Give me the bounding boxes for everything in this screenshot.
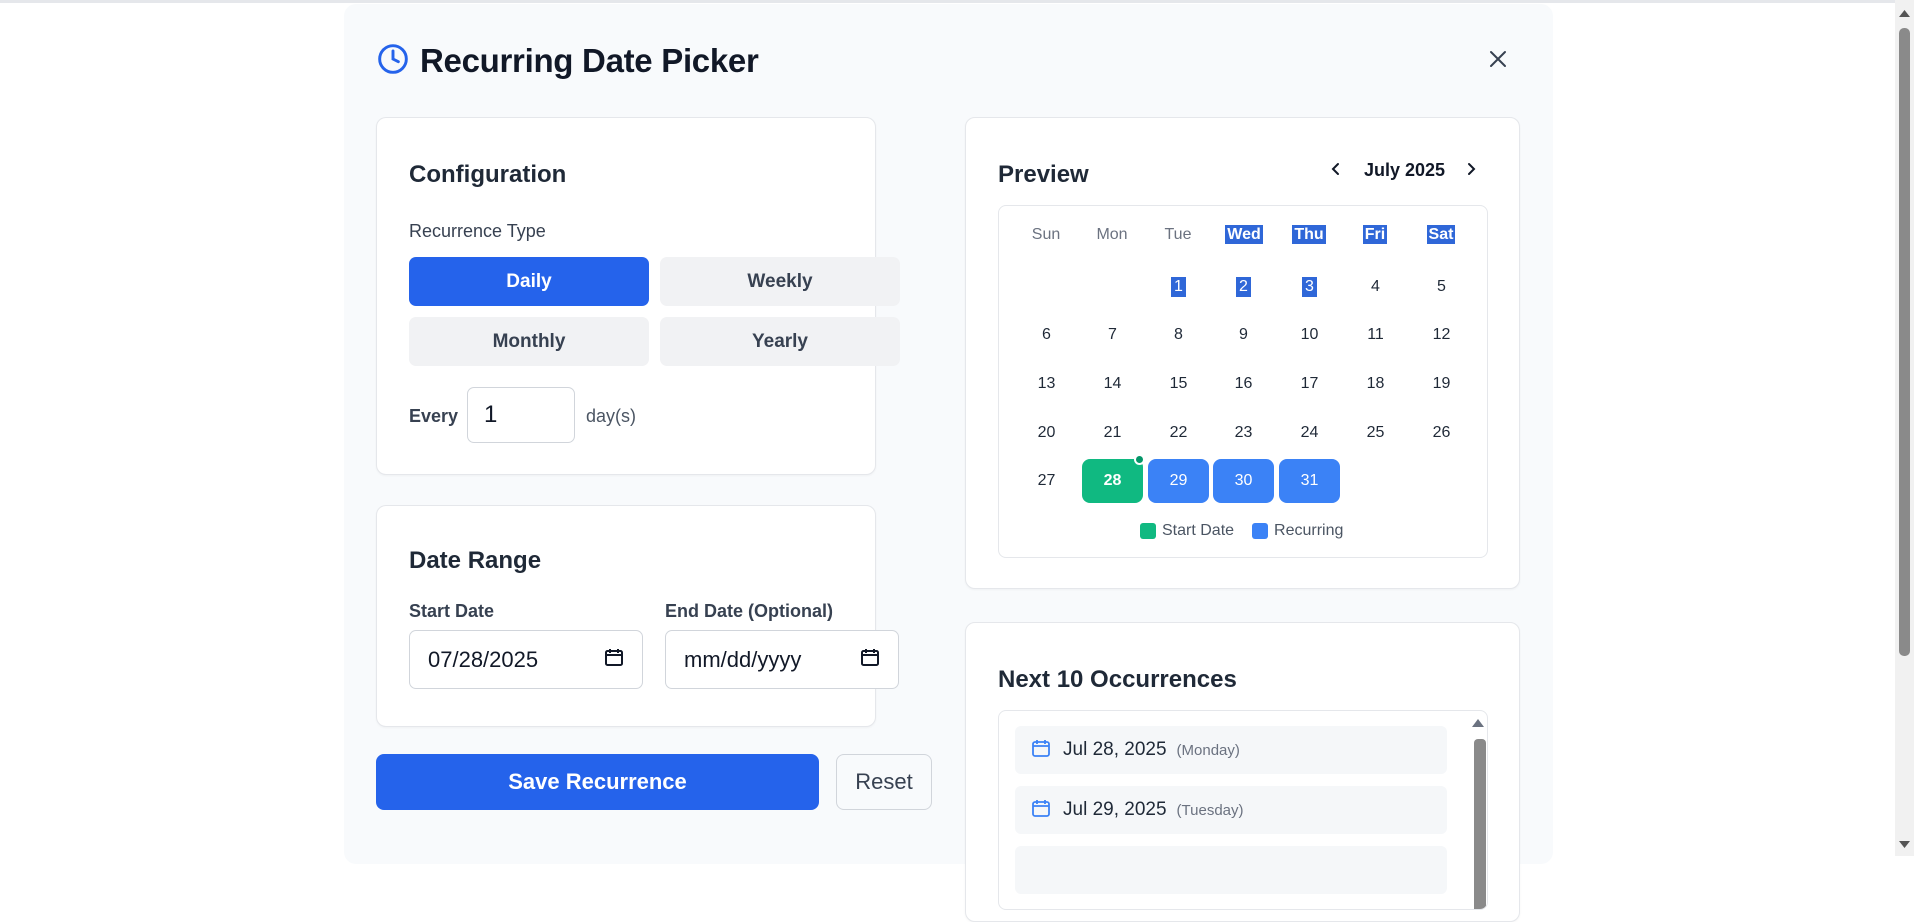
occurrences-card: Next 10 Occurrences Jul 28, 2025 (Monday… xyxy=(965,622,1520,922)
start-date-label: Start Date xyxy=(409,601,495,621)
occurrences-title: Next 10 Occurrences xyxy=(998,666,1237,693)
preview-title: Preview xyxy=(998,161,1089,188)
page-scrollbar[interactable] xyxy=(1895,0,1914,856)
weekday-thu: Thu xyxy=(1292,225,1326,244)
calendar-day[interactable]: 13 xyxy=(1016,362,1077,406)
interval-input[interactable] xyxy=(467,387,575,443)
list-item xyxy=(1015,846,1447,894)
calendar-day[interactable]: 7 xyxy=(1082,313,1143,357)
top-border xyxy=(0,0,1895,3)
calendar-day-recurring[interactable]: 31 xyxy=(1279,459,1340,503)
modal-title: Recurring Date Picker xyxy=(420,42,759,79)
weekday-fri: Fri xyxy=(1362,225,1388,244)
end-date-placeholder: mm/dd/yyyy xyxy=(684,646,802,672)
reset-button[interactable]: Reset xyxy=(836,754,932,810)
legend-start-label: Start Date xyxy=(1162,522,1235,539)
list-scrollbar[interactable] xyxy=(1467,711,1487,909)
weekday-sun: Sun xyxy=(1031,226,1061,243)
calendar-day[interactable]: 10 xyxy=(1279,313,1340,357)
recurrence-daily-button[interactable]: Daily xyxy=(409,257,649,306)
calendar-day[interactable]: 2 xyxy=(1213,265,1274,309)
close-button[interactable] xyxy=(1483,46,1513,76)
calendar-day[interactable]: 24 xyxy=(1279,411,1340,455)
interval-unit-label: day(s) xyxy=(586,406,637,426)
weekday-wed: Wed xyxy=(1225,225,1263,244)
configuration-card: Configuration Recurrence Type Daily Week… xyxy=(376,117,900,475)
save-recurrence-button[interactable]: Save Recurrence xyxy=(376,754,819,810)
calendar-legend: Start Date Recurring xyxy=(1140,522,1343,540)
calendar-day[interactable]: 26 xyxy=(1411,411,1472,455)
calendar-day[interactable]: 23 xyxy=(1213,411,1274,455)
month-label: July 2025 xyxy=(1364,160,1446,180)
list-item: Jul 29, 2025 (Tuesday) xyxy=(1015,786,1447,834)
calendar-day[interactable]: 20 xyxy=(1016,411,1077,455)
calendar-day[interactable]: 25 xyxy=(1345,411,1406,455)
list-item: Jul 28, 2025 (Monday) xyxy=(1015,726,1447,774)
modal-header: Recurring Date Picker xyxy=(377,42,759,80)
weekday-tue: Tue xyxy=(1164,226,1192,243)
date-range-card: Date Range Start Date End Date (Optional… xyxy=(376,505,899,727)
calendar-icon xyxy=(1031,798,1051,823)
calendar-icon[interactable] xyxy=(860,647,880,673)
calendar-day[interactable]: 8 xyxy=(1148,313,1209,357)
calendar-day[interactable]: 27 xyxy=(1016,459,1077,503)
calendar-day[interactable]: 22 xyxy=(1148,411,1209,455)
calendar-day[interactable]: 21 xyxy=(1082,411,1143,455)
end-date-label: End Date (Optional) xyxy=(665,601,833,621)
calendar-day[interactable]: 3 xyxy=(1279,265,1340,309)
recurrence-yearly-button[interactable]: Yearly xyxy=(660,317,900,366)
occurrence-date: Jul 29, 2025 xyxy=(1063,799,1167,820)
recurrence-monthly-button[interactable]: Monthly xyxy=(409,317,649,366)
recurrence-type-label: Recurrence Type xyxy=(409,221,546,241)
occurrences-list[interactable]: Jul 28, 2025 (Monday) Jul 29, 2025 (Tues… xyxy=(998,710,1488,910)
end-date-input[interactable]: mm/dd/yyyy xyxy=(665,630,899,689)
calendar-day[interactable]: 17 xyxy=(1279,362,1340,406)
date-range-title: Date Range xyxy=(409,547,542,574)
calendar-day[interactable]: 18 xyxy=(1345,362,1406,406)
preview-card: Preview July 2025 Sun Mon Tue Wed Thu Fr… xyxy=(965,117,1520,589)
calendar-day[interactable]: 15 xyxy=(1148,362,1209,406)
recurrence-weekly-button[interactable]: Weekly xyxy=(660,257,900,306)
close-icon xyxy=(1488,49,1508,74)
prev-month-button[interactable] xyxy=(1324,159,1348,183)
calendar-day[interactable]: 5 xyxy=(1411,265,1472,309)
calendar-day[interactable]: 9 xyxy=(1213,313,1274,357)
calendar-day[interactable]: 1 xyxy=(1148,265,1209,309)
legend-recurring-label: Recurring xyxy=(1274,522,1344,539)
occurrence-weekday: (Monday) xyxy=(1176,741,1240,759)
weekday-sat: Sat xyxy=(1426,225,1456,244)
clock-icon xyxy=(377,43,409,80)
calendar-day-recurring[interactable]: 29 xyxy=(1148,459,1209,503)
calendar-day[interactable]: 4 xyxy=(1345,265,1406,309)
calendar-day[interactable]: 12 xyxy=(1411,313,1472,357)
calendar-day-start[interactable]: 28 xyxy=(1082,459,1143,503)
configuration-title: Configuration xyxy=(409,161,567,188)
chevron-right-icon xyxy=(1465,162,1477,181)
start-date-value: 07/28/2025 xyxy=(428,646,539,672)
recurring-date-picker-modal: Recurring Date Picker Configuration Recu… xyxy=(344,4,1553,922)
chevron-left-icon xyxy=(1330,162,1342,181)
calendar-icon xyxy=(1031,738,1051,763)
calendar-icon[interactable] xyxy=(604,647,624,673)
start-date-input[interactable]: 07/28/2025 xyxy=(409,630,643,689)
start-date-swatch xyxy=(1140,523,1156,539)
calendar-day[interactable]: 16 xyxy=(1213,362,1274,406)
start-marker-dot xyxy=(1134,454,1145,465)
calendar-day-recurring[interactable]: 30 xyxy=(1213,459,1274,503)
calendar-day[interactable]: 19 xyxy=(1411,362,1472,406)
weekday-mon: Mon xyxy=(1096,226,1128,243)
next-month-button[interactable] xyxy=(1459,159,1483,183)
calendar-grid: Sun Mon Tue Wed Thu Fri Sat 1 2 3 4 5 6 … xyxy=(998,205,1488,558)
calendar-day[interactable]: 11 xyxy=(1345,313,1406,357)
occurrence-weekday: (Tuesday) xyxy=(1176,801,1244,819)
calendar-day[interactable]: 14 xyxy=(1082,362,1143,406)
every-label: Every xyxy=(409,406,459,426)
calendar-day[interactable]: 6 xyxy=(1016,313,1077,357)
recurring-swatch xyxy=(1252,523,1269,539)
occurrence-date: Jul 28, 2025 xyxy=(1063,739,1167,760)
